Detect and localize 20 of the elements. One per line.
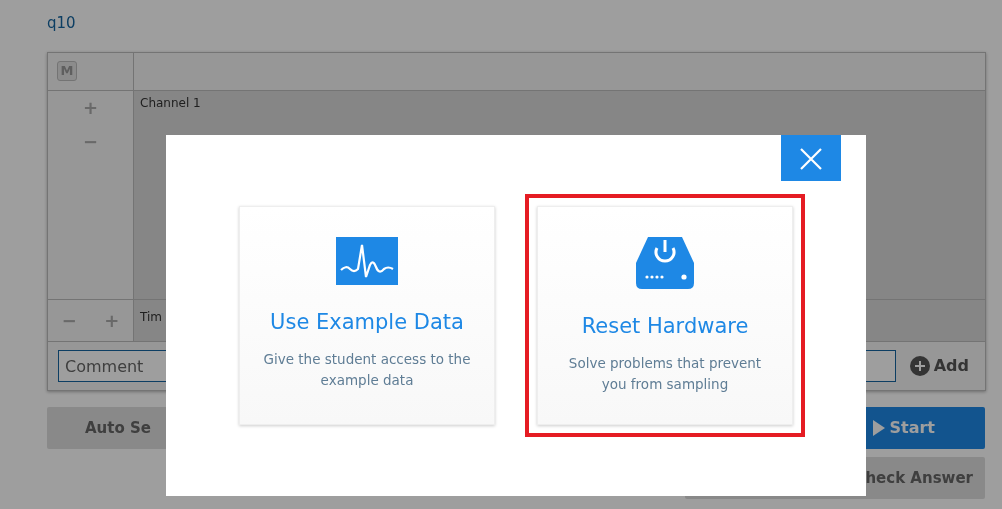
option-card[interactable]: Reset Hardware Solve problems that prevent you from sampling bbox=[537, 206, 793, 425]
play-icon bbox=[873, 420, 886, 436]
zoom-out-button[interactable]: − bbox=[61, 311, 77, 330]
waveform-icon bbox=[336, 237, 398, 285]
add-button[interactable]: Add bbox=[903, 353, 975, 379]
channel-label: Channel 1 bbox=[139, 95, 202, 112]
zoom-in-button[interactable]: + bbox=[82, 99, 99, 117]
device-power-icon bbox=[634, 237, 696, 289]
zoom-out-button[interactable]: − bbox=[82, 133, 99, 151]
option-title: Use Example Data bbox=[269, 309, 465, 336]
axis-label: Tim bbox=[139, 309, 163, 326]
option-title: Reset Hardware bbox=[580, 313, 750, 340]
option-description: Give the student access to the example data bbox=[262, 349, 472, 391]
option-description: Solve problems that prevent you from sampling bbox=[567, 353, 763, 395]
option-card[interactable]: Use Example Data Give the student access to the example data bbox=[239, 206, 495, 425]
zoom-in-button[interactable]: + bbox=[104, 311, 120, 330]
page-title: q10 bbox=[47, 13, 77, 34]
close-icon bbox=[800, 147, 822, 170]
add-icon bbox=[909, 356, 930, 376]
close-button[interactable] bbox=[781, 135, 841, 181]
